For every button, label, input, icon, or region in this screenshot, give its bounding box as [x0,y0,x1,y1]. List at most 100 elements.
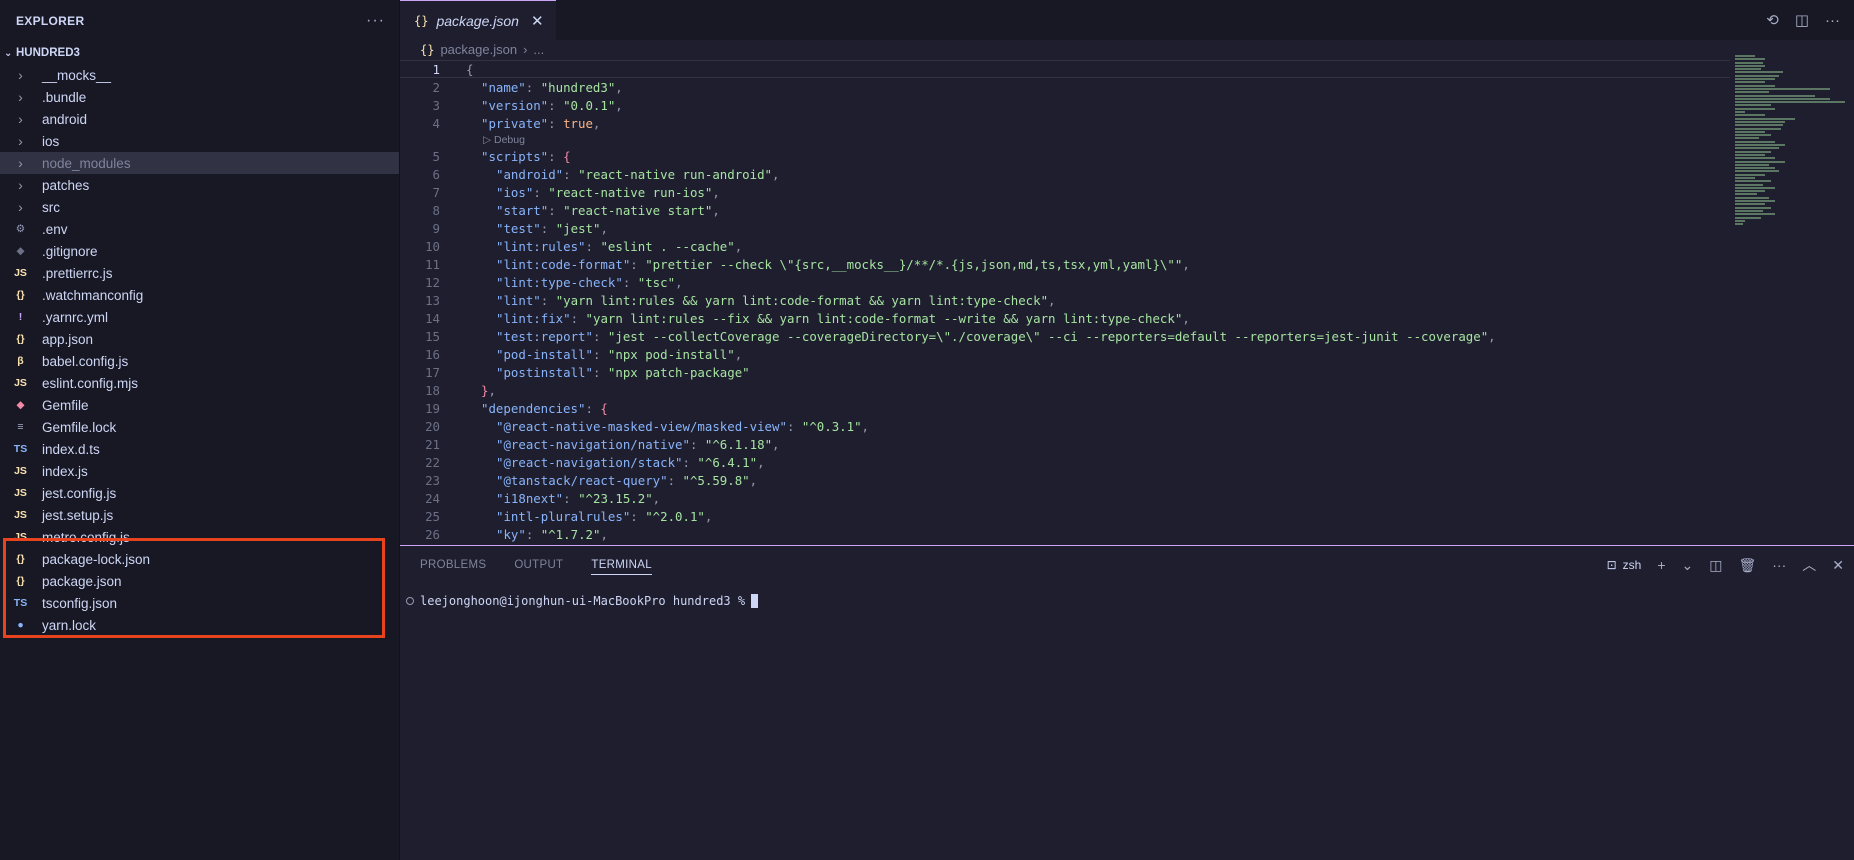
split-editor-icon[interactable]: ◫ [1795,11,1809,29]
tree-item-label: app.json [42,331,94,347]
json-icon: {} [414,13,429,28]
file-item[interactable]: {} package.json [0,570,399,592]
file-item[interactable]: JS index.js [0,460,399,482]
file-item[interactable]: ≡ Gemfile.lock [0,416,399,438]
file-item[interactable]: {} package-lock.json [0,548,399,570]
more-actions-icon[interactable]: ··· [1825,12,1840,29]
file-item[interactable]: β babel.config.js [0,350,399,372]
code-token: : [525,526,541,542]
code-token: : [592,364,608,380]
breadcrumb-file[interactable]: package.json [440,42,517,57]
code-token: "version" [481,97,549,113]
panel-actions: ⊡ zsh + ⌄ ◫ 🗑 ··· ︿ ✕ [1607,555,1844,575]
code-line: 24 "i18next": "^23.15.2", [400,489,1730,507]
folder-item[interactable]: › __mocks__ [0,64,399,86]
file-item[interactable]: ◆ .gitignore [0,240,399,262]
chevron-right-icon: › [18,67,23,83]
minimap-line [1735,147,1779,150]
file-item[interactable]: ! .yarnrc.yml [0,306,399,328]
more-actions-icon[interactable]: ··· [1772,557,1786,573]
minimap-line [1735,219,1745,222]
code-token: : [592,328,608,344]
file-item[interactable]: ● yarn.lock [0,614,399,636]
minimap[interactable] [1735,55,1850,235]
minimap-line [1735,104,1771,107]
folder-item[interactable]: › android [0,108,399,130]
breadcrumb-symbol[interactable]: ... [533,42,544,57]
minimap-line [1735,117,1795,120]
file-item[interactable]: TS index.d.ts [0,438,399,460]
panel-tab-terminal[interactable]: TERMINAL [591,555,652,575]
line-number: 19 [425,400,440,416]
terminal-output[interactable]: leejonghoon@ijonghun-ui-MacBookPro hundr… [400,584,1854,618]
trash-icon[interactable]: 🗑 [1738,557,1756,574]
line-number: 17 [425,364,440,380]
code-token: : [563,490,579,506]
code-token: , [652,490,661,506]
file-item[interactable]: {} .watchmanconfig [0,284,399,306]
code-token: , [1182,310,1190,326]
line-number: 4 [432,115,440,131]
babel-icon: β [17,355,24,367]
split-terminal-icon[interactable]: ◫ [1709,557,1722,574]
folder-item[interactable]: › patches [0,174,399,196]
file-item[interactable]: TS tsconfig.json [0,592,399,614]
minimap-line [1735,150,1771,153]
folder-item[interactable]: › node_modules [0,152,399,174]
chevron-down-icon: ⌄ [4,47,13,59]
new-terminal-icon[interactable]: + [1657,557,1665,573]
code-line: 17 "postinstall": "npx patch-package" [400,363,1730,381]
panel-tab-list: PROBLEMS OUTPUT TERMINAL [420,555,652,575]
line-content: "start": "react-native start", [440,203,720,218]
line-number: 9 [432,220,440,236]
code-editor[interactable]: 1{2 "name": "hundred3", 3 "version": "0.0.1… [400,60,1730,545]
timeline-icon[interactable]: ⟲ [1766,11,1779,29]
file-item[interactable]: ⚙ .env [0,218,399,240]
panel-tab-problems[interactable]: PROBLEMS [420,555,486,575]
file-item[interactable]: JS eslint.config.mjs [0,372,399,394]
code-line: 12 "lint:type-check": "tsc", [400,273,1730,291]
minimap-line [1735,167,1775,170]
folder-item[interactable]: › src [0,196,399,218]
tree-item-label: Gemfile.lock [42,419,117,435]
code-line: 13 "lint": "yarn lint:rules && yarn lint:… [400,291,1730,309]
minimap-line [1735,173,1765,176]
file-item[interactable]: JS metro.config.js [0,526,399,548]
tree-item-label: index.d.ts [42,441,100,457]
tab-package-json[interactable]: {} package.json ✕ [400,0,556,40]
file-item[interactable]: ◆ Gemfile [0,394,399,416]
code-token: , [1048,292,1056,308]
project-folder-header[interactable]: ⌄ HUNDRED3 [0,42,399,64]
minimap-line [1735,176,1755,179]
line-number: 3 [432,97,440,113]
code-token: "npx patch-package" [607,364,750,380]
panel-tab-output[interactable]: OUTPUT [514,555,563,575]
chevron-down-icon[interactable]: ⌄ [1682,557,1694,574]
code-line: 3 "version": "0.0.1", [400,96,1730,114]
minimap-line [1735,71,1783,74]
close-panel-icon[interactable]: ✕ [1832,557,1844,574]
folder-item[interactable]: › ios [0,130,399,152]
code-token: "start" [496,202,549,218]
close-icon[interactable]: ✕ [531,12,544,30]
line-number: 12 [425,274,440,290]
minimap-line [1735,111,1745,114]
terminal-shell-selector[interactable]: ⊡ zsh [1607,558,1642,572]
file-item[interactable]: JS jest.config.js [0,482,399,504]
code-token: "eslint . --cache" [600,238,735,254]
code-token: "android" [496,166,564,182]
minimap-line [1735,74,1779,77]
explorer-more-actions-icon[interactable]: ··· [366,12,385,30]
code-token: : [563,166,579,182]
file-item[interactable]: JS .prettierrc.js [0,262,399,284]
file-item[interactable]: {} app.json [0,328,399,350]
terminal-icon: ⊡ [1606,558,1617,572]
folder-item[interactable]: › .bundle [0,86,399,108]
minimap-line [1735,160,1785,163]
debug-codelens[interactable]: ▷ Debug [400,132,1730,147]
code-token: : [585,400,601,416]
maximize-panel-icon[interactable]: ︿ [1802,555,1816,575]
file-item[interactable]: JS jest.setup.js [0,504,399,526]
line-content: "ky": "^1.7.2", [440,527,608,542]
line-content: "test": "jest", [440,221,608,236]
